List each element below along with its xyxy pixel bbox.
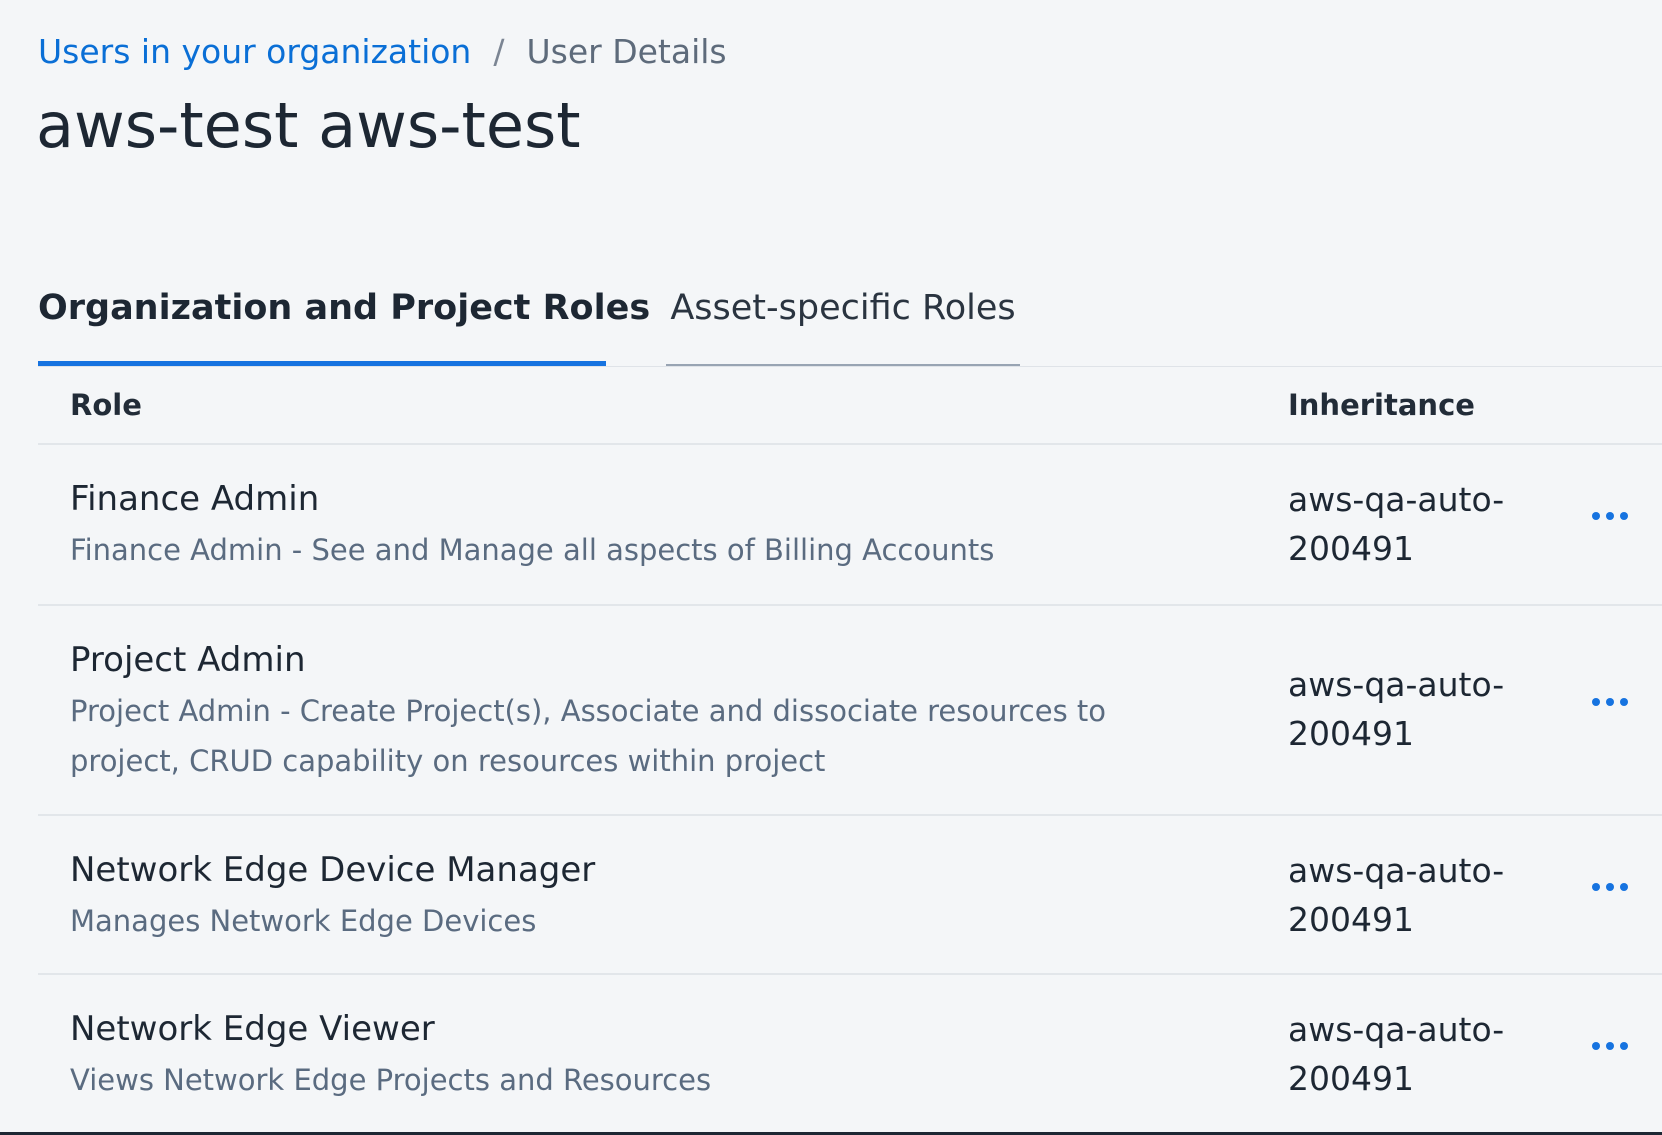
more-options-icon bbox=[1606, 698, 1614, 706]
more-options-icon bbox=[1620, 698, 1628, 706]
roles-table: Role Inheritance Finance Admin Finance A… bbox=[38, 367, 1662, 1135]
row-actions-button[interactable] bbox=[1578, 496, 1642, 536]
table-row: Network Edge Device Manager Manages Netw… bbox=[38, 816, 1662, 975]
row-actions-button[interactable] bbox=[1578, 867, 1642, 907]
table-header: Role Inheritance bbox=[38, 367, 1662, 445]
more-options-icon bbox=[1620, 512, 1628, 520]
page-title: aws-test aws-test bbox=[36, 89, 581, 162]
breadcrumb: Users in your organization / User Details bbox=[38, 28, 727, 76]
breadcrumb-current: User Details bbox=[526, 32, 727, 71]
more-options-icon bbox=[1592, 512, 1600, 520]
row-actions-button[interactable] bbox=[1578, 1026, 1642, 1066]
more-options-icon bbox=[1620, 883, 1628, 891]
breadcrumb-users-link[interactable]: Users in your organization bbox=[38, 32, 471, 71]
role-tabs: Organization and Project Roles Asset-spe… bbox=[38, 268, 1662, 367]
more-options-icon bbox=[1606, 512, 1614, 520]
role-inheritance: aws-qa-auto-200491 bbox=[1288, 665, 1505, 753]
user-details-page: Users in your organization / User Details … bbox=[0, 0, 1662, 1135]
role-description: Project Admin - Create Project(s), Assoc… bbox=[70, 694, 1107, 778]
table-row: Network Edge Viewer Views Network Edge P… bbox=[38, 975, 1662, 1135]
more-options-icon bbox=[1606, 1042, 1614, 1050]
more-options-icon bbox=[1606, 883, 1614, 891]
row-actions-button[interactable] bbox=[1578, 682, 1642, 722]
more-options-icon bbox=[1592, 1042, 1600, 1050]
role-description: Finance Admin - See and Manage all aspec… bbox=[70, 533, 995, 567]
column-header-role: Role bbox=[70, 388, 142, 422]
role-inheritance: aws-qa-auto-200491 bbox=[1288, 1010, 1505, 1098]
table-row: Finance Admin Finance Admin - See and Ma… bbox=[38, 445, 1662, 606]
role-description: Manages Network Edge Devices bbox=[70, 904, 537, 938]
more-options-icon bbox=[1620, 1042, 1628, 1050]
role-name: Finance Admin bbox=[70, 479, 320, 519]
role-name: Network Edge Viewer bbox=[70, 1009, 435, 1049]
role-name: Network Edge Device Manager bbox=[70, 850, 596, 890]
role-description: Views Network Edge Projects and Resource… bbox=[70, 1063, 712, 1097]
tab-organization-and-project-roles[interactable]: Organization and Project Roles bbox=[38, 268, 650, 366]
more-options-icon bbox=[1592, 883, 1600, 891]
tab-asset-specific-roles[interactable]: Asset-specific Roles bbox=[666, 268, 1020, 366]
role-name: Project Admin bbox=[70, 640, 306, 680]
breadcrumb-separator: / bbox=[493, 32, 505, 71]
table-row: Project Admin Project Admin - Create Pro… bbox=[38, 606, 1662, 816]
role-inheritance: aws-qa-auto-200491 bbox=[1288, 480, 1505, 568]
more-options-icon bbox=[1592, 698, 1600, 706]
role-inheritance: aws-qa-auto-200491 bbox=[1288, 851, 1505, 939]
column-header-inheritance: Inheritance bbox=[1288, 388, 1475, 422]
